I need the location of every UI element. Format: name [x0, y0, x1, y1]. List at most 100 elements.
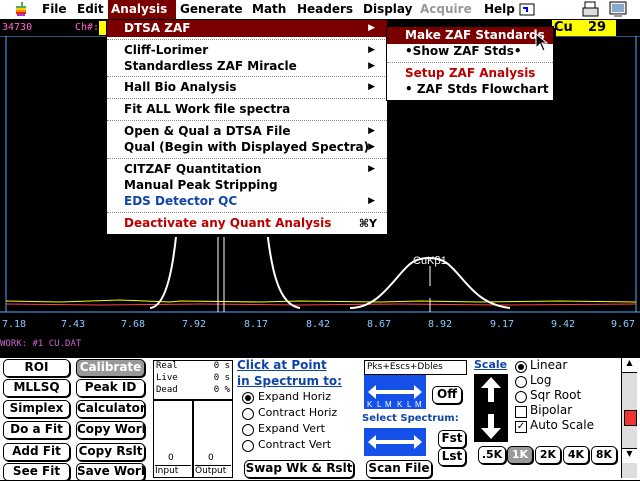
scroll-up-arrow-icon[interactable]: ▲: [622, 358, 637, 373]
axis-tick: 9.17: [490, 319, 515, 330]
klm-l-label: L: [377, 400, 382, 409]
first-spectrum-button[interactable]: Fst: [438, 430, 466, 448]
contract-horiz-radio[interactable]: [242, 408, 254, 420]
shortcut-label: ⌘Y: [358, 217, 377, 230]
klm-m-label: M: [385, 400, 392, 409]
menu-acquire[interactable]: Acquire: [417, 0, 475, 19]
dtsa-zaf-submenu: Make ZAF Standards •Show ZAF Stds• Setup…: [386, 26, 560, 101]
scale-4k-button[interactable]: 4K: [563, 446, 589, 464]
save-work-button[interactable]: Save Work: [76, 463, 145, 481]
axis-tick: 8.92: [428, 319, 453, 330]
menu-item-open-qual-dtsa[interactable]: Open & Qual a DTSA File ▶: [107, 123, 387, 140]
menu-separator: [107, 98, 387, 99]
auto-scale-checkbox[interactable]: ✓: [515, 421, 527, 433]
analysis-menu: DTSA ZAF ▶ Cliff-Lorimer ▶ Standardless ZA…: [106, 19, 388, 235]
output-rate-value: 0: [208, 453, 214, 463]
sqr-root-scale-radio[interactable]: [515, 391, 527, 403]
live-time-value: 0 s: [213, 373, 230, 383]
klm-m-label: M: [415, 400, 422, 409]
scroll-down-arrow-icon[interactable]: ▼: [622, 448, 637, 463]
menu-help[interactable]: Help: [481, 0, 518, 19]
vertical-scale-arrows[interactable]: [474, 374, 508, 442]
scale-8k-button[interactable]: 8K: [591, 446, 617, 464]
printer-icon[interactable]: [582, 1, 600, 18]
bipolar-checkbox[interactable]: [515, 406, 527, 418]
scale-05k-button[interactable]: .5K: [478, 446, 506, 464]
off-button[interactable]: Off: [432, 386, 462, 404]
axis-tick: 8.42: [306, 319, 331, 330]
do-a-fit-button[interactable]: Do a Fit: [3, 421, 70, 439]
peak-display-mode[interactable]: Pks+Escs+Dbles: [364, 360, 467, 375]
element-number: 29: [588, 20, 607, 35]
submenu-item-show-zaf-stds[interactable]: •Show ZAF Stds•: [387, 43, 553, 60]
submenu-item-make-zaf-standards[interactable]: Make ZAF Standards: [387, 27, 553, 44]
menu-math[interactable]: Math: [249, 0, 289, 19]
swap-work-result-button[interactable]: Swap Wk & Rslt: [244, 460, 354, 478]
spectrum-select-arrows[interactable]: [364, 428, 426, 456]
menu-generate[interactable]: Generate: [177, 0, 246, 19]
log-scale-radio[interactable]: [515, 376, 527, 388]
mllsq-button[interactable]: MLLSQ: [3, 379, 70, 397]
peak-id-button[interactable]: Peak ID: [76, 379, 145, 397]
scrollbar-thumb[interactable]: [624, 410, 637, 426]
see-fit-button[interactable]: See Fit: [3, 463, 70, 481]
last-spectrum-button[interactable]: Lst: [438, 448, 466, 466]
live-time-label: Live: [156, 373, 178, 383]
expand-vert-radio[interactable]: [242, 424, 254, 436]
calibrate-button[interactable]: Calibrate: [76, 359, 145, 377]
copy-rslt-button[interactable]: Copy Rslt: [76, 443, 145, 461]
menu-item-cliff-lorimer[interactable]: Cliff-Lorimer ▶: [107, 42, 387, 59]
work-file-label: WORK: #1 CU.DAT: [0, 339, 82, 349]
input-rate-bar: 0 Input: [153, 400, 193, 478]
real-time-value: 0 s: [213, 361, 230, 371]
add-fit-button[interactable]: Add Fit: [3, 443, 70, 461]
menu-separator: [107, 39, 387, 40]
menu-edit[interactable]: Edit: [74, 0, 107, 19]
menu-item-manual-peak-stripping[interactable]: Manual Peak Stripping: [107, 177, 387, 194]
klm-marker-arrows[interactable]: K L M K L M: [364, 375, 426, 409]
simplex-button[interactable]: Simplex: [3, 400, 70, 418]
scale-1k-button[interactable]: 1K: [507, 446, 533, 464]
axis-tick: 9.67: [611, 319, 636, 330]
submenu-item-zaf-flowchart[interactable]: • ZAF Stds Flowchart •: [387, 81, 560, 98]
menu-item-hall-bio[interactable]: Hall Bio Analysis ▶: [107, 79, 387, 96]
mouse-cursor-icon: [535, 33, 549, 52]
keyboard-layout-icon[interactable]: [519, 2, 541, 17]
scale-2k-button[interactable]: 2K: [535, 446, 561, 464]
bipolar-label: Bipolar: [530, 403, 573, 417]
auto-scale-label: Auto Scale: [530, 418, 594, 432]
apple-menu-icon[interactable]: [14, 2, 28, 17]
kb-peak-label: CuKβ1: [413, 255, 447, 267]
spectrum-result-trace: [5, 299, 637, 303]
expand-horiz-radio[interactable]: [242, 392, 254, 404]
axis-tick: 7.68: [121, 319, 146, 330]
copy-work-button[interactable]: Copy Work: [76, 421, 145, 439]
output-rate-label: Output: [195, 465, 231, 476]
linear-scale-radio[interactable]: [515, 361, 527, 373]
menu-item-dtsa-zaf[interactable]: DTSA ZAF ▶: [107, 20, 387, 37]
submenu-item-setup-zaf[interactable]: Setup ZAF Analysis: [387, 65, 553, 82]
input-rate-value: 0: [168, 453, 174, 463]
menu-item-eds-detector-qc[interactable]: EDS Detector QC ▶: [107, 193, 387, 210]
contract-vert-radio[interactable]: [242, 440, 254, 452]
menu-item-fit-all[interactable]: Fit ALL Work file spectra: [107, 101, 387, 118]
menu-analysis[interactable]: Analysis: [108, 0, 176, 19]
application-icon[interactable]: [608, 1, 630, 18]
energy-axis: 7.18 7.43 7.68 7.92 8.17 8.42 8.67 8.92 …: [0, 319, 640, 333]
menu-item-deactivate-quant[interactable]: Deactivate any Quant Analysis ⌘Y: [107, 215, 387, 232]
calculator-button[interactable]: Calculator: [76, 400, 145, 418]
sqr-root-scale-label: Sqr Root: [530, 388, 582, 402]
menu-item-citzaf[interactable]: CITZAF Quantitation ▶: [107, 161, 387, 178]
menu-separator: [107, 158, 387, 159]
menu-display[interactable]: Display: [360, 0, 415, 19]
scan-file-button[interactable]: Scan File: [366, 460, 432, 478]
vertical-scrollbar[interactable]: ▲ ▼: [621, 358, 637, 478]
menu-item-qual-begin[interactable]: Qual (Begin with Displayed Spectra) ▶: [107, 139, 387, 156]
axis-tick: 8.17: [244, 319, 269, 330]
roi-button[interactable]: ROI: [3, 359, 70, 377]
menu-file[interactable]: File: [39, 0, 70, 19]
submenu-arrow-icon: ▶: [368, 45, 375, 55]
menu-headers[interactable]: Headers: [294, 0, 356, 19]
menu-item-standardless-zaf[interactable]: Standardless ZAF Miracle ▶: [107, 58, 387, 75]
element-box[interactable]: Cu 29: [552, 20, 616, 36]
